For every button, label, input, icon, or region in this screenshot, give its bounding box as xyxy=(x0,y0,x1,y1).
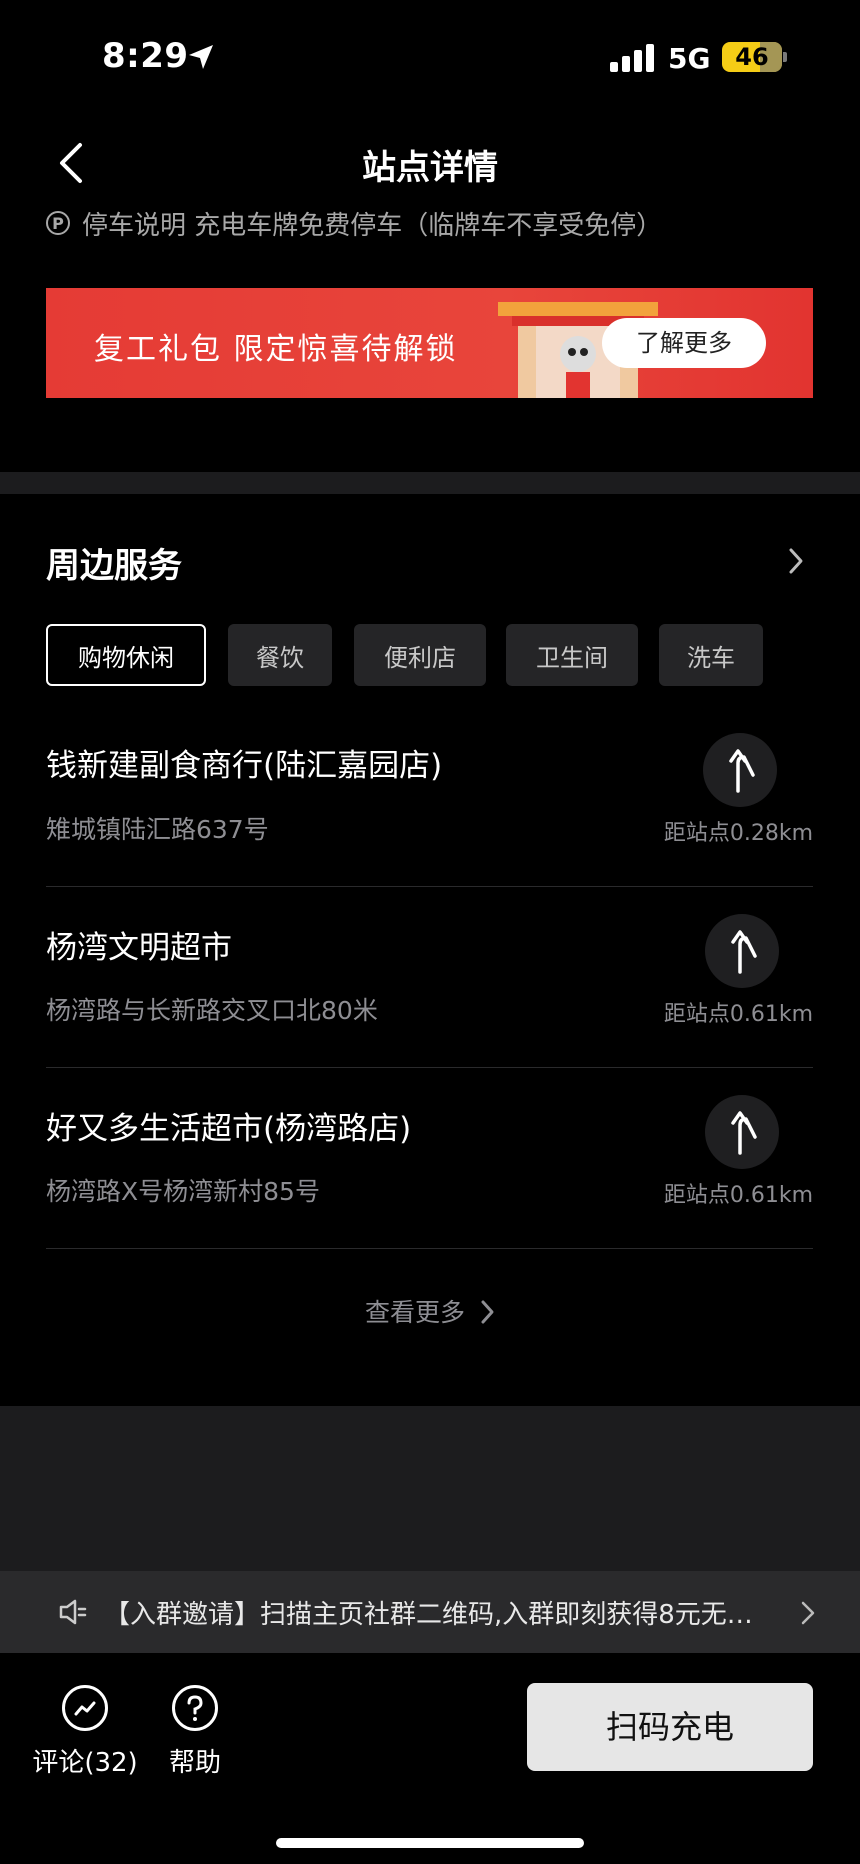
learn-more-button[interactable]: 了解更多 xyxy=(602,318,766,368)
turn-arrow-icon xyxy=(729,749,755,793)
comment-icon xyxy=(62,1685,108,1731)
nearby-services-title: 周边服务 xyxy=(46,546,182,586)
navigate-button[interactable] xyxy=(705,914,779,988)
navigate-button[interactable] xyxy=(703,733,777,807)
chip-shopping[interactable]: 购物休闲 xyxy=(46,624,206,686)
chip-convenience-store[interactable]: 便利店 xyxy=(354,624,486,686)
shop-name[interactable]: 杨湾文明超市 xyxy=(46,922,232,967)
help-tab[interactable]: 帮助 xyxy=(160,1684,230,1778)
list-divider xyxy=(46,1248,813,1249)
scan-to-charge-button[interactable]: 扫码充电 xyxy=(527,1683,813,1771)
shop-address: 雉城镇陆汇路637号 xyxy=(46,815,269,844)
distance-label: 距站点0.61km xyxy=(663,1002,813,1027)
home-indicator xyxy=(276,1838,584,1848)
chip-restroom[interactable]: 卫生间 xyxy=(506,624,638,686)
comment-tab[interactable]: 评论(32) xyxy=(30,1684,140,1778)
battery-cap xyxy=(783,52,787,62)
distance-label: 距站点0.61km xyxy=(663,1183,813,1208)
shop-name[interactable]: 好又多生活超市(杨湾路店) xyxy=(46,1103,411,1148)
shop-address: 杨湾路与长新路交叉口北80米 xyxy=(46,996,378,1025)
help-label: 帮助 xyxy=(168,1748,221,1778)
speaker-icon xyxy=(59,1599,87,1625)
chip-dining[interactable]: 餐饮 xyxy=(228,624,332,686)
navigate-button[interactable] xyxy=(705,1095,779,1169)
chip-car-wash[interactable]: 洗车 xyxy=(659,624,763,686)
chevron-right-icon xyxy=(481,1300,494,1324)
chevron-right-icon[interactable] xyxy=(786,546,806,576)
help-icon xyxy=(172,1685,218,1731)
parking-info: P 停车说明 充电车牌免费停车（临牌车不享受免停） xyxy=(46,208,662,241)
comment-label: 评论(32) xyxy=(32,1748,138,1778)
chevron-right-icon[interactable] xyxy=(800,1600,816,1626)
notice-text: 【入群邀请】扫描主页社群二维码,入群即刻获得8元无… xyxy=(104,1600,753,1630)
empty-section xyxy=(0,1406,860,1571)
promo-banner[interactable]: 复工礼包 限定惊喜待解锁 了解更多 xyxy=(46,288,813,398)
page-title: 站点详情 xyxy=(362,148,498,188)
network-type: 5G xyxy=(668,42,711,75)
turn-arrow-icon xyxy=(731,930,757,974)
section-separator xyxy=(0,472,860,494)
turn-arrow-icon xyxy=(731,1111,757,1155)
banner-text: 复工礼包 限定惊喜待解锁 xyxy=(94,332,458,367)
status-time: 8:29 xyxy=(102,36,189,76)
shop-address: 杨湾路X号杨湾新村85号 xyxy=(46,1177,320,1206)
location-arrow-icon xyxy=(189,45,213,69)
view-more-label: 查看更多 xyxy=(365,1298,466,1327)
cellular-signal-icon xyxy=(610,44,654,72)
list-divider xyxy=(46,1067,813,1068)
list-divider xyxy=(46,886,813,887)
parking-text: 停车说明 充电车牌免费停车（临牌车不享受免停） xyxy=(82,210,663,241)
shop-name[interactable]: 钱新建副食商行(陆汇嘉园店) xyxy=(46,740,442,785)
distance-label: 距站点0.28km xyxy=(663,821,813,846)
battery-icon: 46 xyxy=(722,42,782,72)
battery-level: 46 xyxy=(735,43,769,71)
parking-icon: P xyxy=(46,211,70,235)
view-more-button[interactable]: 查看更多 xyxy=(0,1293,860,1329)
